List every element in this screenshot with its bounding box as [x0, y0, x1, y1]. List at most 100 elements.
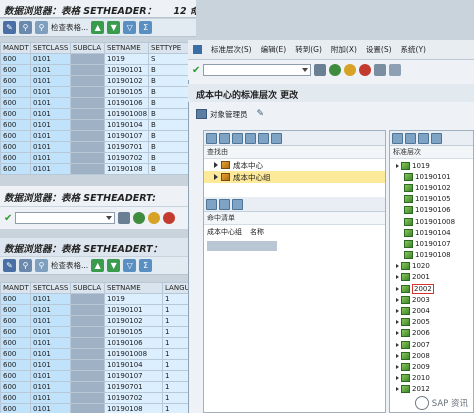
table-row[interactable]: 600 0101 10190104 1: [0, 359, 197, 371]
hierarchy-node[interactable]: 2001: [392, 272, 471, 283]
back-icon[interactable]: [329, 64, 342, 76]
table-row[interactable]: 600 0101 10190107 1: [0, 370, 197, 382]
hierarchy-node[interactable]: 10190102: [392, 182, 471, 193]
check-icon[interactable]: ✔: [4, 213, 12, 224]
command-field[interactable]: [203, 64, 312, 76]
hierarchy-node[interactable]: 1019: [392, 160, 471, 171]
column-header[interactable]: 名称: [250, 227, 264, 237]
expand-icon[interactable]: [214, 162, 218, 168]
tree-node-cost-center-group[interactable]: 成本中心组: [204, 171, 385, 183]
hierarchy-node[interactable]: 2004: [392, 305, 471, 316]
menu-item[interactable]: 系统(Y): [401, 44, 426, 55]
expand-icon[interactable]: [396, 163, 399, 168]
filter-icon[interactable]: ▽: [123, 259, 137, 272]
column-header[interactable]: SETNAME: [104, 282, 163, 294]
expand-icon[interactable]: [396, 342, 399, 347]
expand-icon[interactable]: [396, 331, 399, 336]
collapse-icon[interactable]: [392, 132, 403, 144]
hierarchy-node[interactable]: 10190104: [392, 227, 471, 238]
save-icon[interactable]: [133, 212, 146, 224]
table-row[interactable]: 600 0101 10190105 1: [0, 326, 197, 338]
check-table-button[interactable]: 检查表格...: [51, 22, 88, 33]
expand-icon[interactable]: [396, 376, 399, 381]
object-manager-button[interactable]: 对象管理员: [210, 109, 248, 120]
select-icon[interactable]: [206, 198, 217, 210]
expand-all-icon[interactable]: [405, 132, 416, 144]
table-row[interactable]: 600 0101 10190701 B: [0, 141, 197, 153]
hierarchy-node[interactable]: 2003: [392, 294, 471, 305]
column-header[interactable]: 成本中心组: [207, 227, 242, 237]
table-row[interactable]: 600 0101 10190107 B: [0, 130, 197, 142]
expand-icon[interactable]: [396, 364, 399, 369]
sort-icon[interactable]: [232, 198, 243, 210]
hierarchy-node[interactable]: 1020: [392, 261, 471, 272]
expand-icon[interactable]: [396, 309, 399, 314]
exit-icon[interactable]: [344, 64, 357, 76]
check-icon[interactable]: ✔: [192, 65, 200, 76]
up-nav-icon[interactable]: [232, 132, 243, 144]
hierarchy-node[interactable]: 2009: [392, 361, 471, 372]
hierarchy-node[interactable]: 2005: [392, 317, 471, 328]
table-row[interactable]: 600 0101 10190702 1: [0, 392, 197, 404]
cancel-icon[interactable]: [359, 64, 372, 76]
down-nav-icon[interactable]: [245, 132, 256, 144]
table-row[interactable]: 600 0101 10190106 B: [0, 97, 197, 109]
save-icon[interactable]: [314, 64, 327, 76]
cancel-icon[interactable]: [163, 212, 176, 224]
hierarchy-node[interactable]: 10190101: [392, 171, 471, 182]
table-row[interactable]: 600 0101 1019 1: [0, 293, 197, 305]
hierarchy-node[interactable]: 2008: [392, 350, 471, 361]
down-arrow-icon[interactable]: [431, 132, 442, 144]
table-row[interactable]: 600 0101 10190701 1: [0, 381, 197, 393]
hierarchy-node[interactable]: 2007: [392, 339, 471, 350]
display-icon[interactable]: ✎: [3, 21, 16, 34]
sum-icon[interactable]: Σ: [139, 259, 153, 272]
column-header[interactable]: SETNAME: [104, 42, 149, 54]
sort-asc-icon[interactable]: ▲: [91, 21, 105, 34]
column-header[interactable]: SETCLASS: [30, 282, 71, 294]
menu-item[interactable]: 标准层次(S): [211, 44, 252, 55]
sap-menu-icon[interactable]: [193, 45, 202, 54]
table-row[interactable]: 600 0101 10190108 B: [0, 163, 197, 175]
table-row[interactable]: 600 0101 101901008 B: [0, 108, 197, 120]
table-row[interactable]: 600 0101 10190105 B: [0, 86, 197, 98]
filter-icon[interactable]: ▽: [123, 21, 137, 34]
search-icon[interactable]: ⚲: [19, 21, 32, 34]
hierarchy-node[interactable]: 10190106: [392, 205, 471, 216]
find-icon[interactable]: [389, 64, 402, 76]
table-row[interactable]: 600 0101 10190102 1: [0, 315, 197, 327]
expand-icon[interactable]: [396, 387, 399, 392]
hierarchy-node[interactable]: 10190108: [392, 250, 471, 261]
sort-desc-icon[interactable]: ▼: [107, 259, 121, 272]
expand-icon[interactable]: [396, 264, 399, 269]
table-row[interactable]: 600 0101 1019 S: [0, 53, 197, 65]
expand-icon[interactable]: [396, 353, 399, 358]
check-table-button[interactable]: 检查表格...: [51, 260, 88, 271]
expand-icon[interactable]: [396, 320, 399, 325]
table-row[interactable]: 600 0101 10190102 B: [0, 75, 197, 87]
sort-desc-icon[interactable]: ▼: [107, 21, 121, 34]
table-row[interactable]: 600 0101 10190106 1: [0, 337, 197, 349]
expand-icon[interactable]: [396, 275, 399, 280]
hierarchy-node[interactable]: 2002: [392, 283, 471, 294]
table-row[interactable]: 600 0101 10190101 1: [0, 304, 197, 316]
hierarchy-node[interactable]: 2006: [392, 328, 471, 339]
menu-item[interactable]: 附加(X): [331, 44, 357, 55]
table-row[interactable]: 600 0101 10190104 B: [0, 119, 197, 131]
column-header[interactable]: SETCLASS: [30, 42, 71, 54]
edit-icon[interactable]: ✎: [257, 109, 265, 119]
hierarchy-node[interactable]: 10190105: [392, 194, 471, 205]
forward-nav-icon[interactable]: [219, 132, 230, 144]
menu-item[interactable]: 转到(G): [295, 44, 322, 55]
expand-icon[interactable]: [214, 174, 218, 180]
column-header[interactable]: SUBCLA: [70, 42, 105, 54]
print-icon[interactable]: [374, 64, 387, 76]
command-field[interactable]: [15, 212, 116, 224]
back-nav-icon[interactable]: [206, 132, 217, 144]
menu-item[interactable]: 编辑(E): [261, 44, 287, 55]
menu-item[interactable]: 设置(S): [366, 44, 392, 55]
search-icon[interactable]: [258, 132, 269, 144]
search-next-icon[interactable]: ⚲: [35, 259, 48, 272]
hierarchy-node[interactable]: 10190107: [392, 238, 471, 249]
table-row[interactable]: 600 0101 10190101 B: [0, 64, 197, 76]
